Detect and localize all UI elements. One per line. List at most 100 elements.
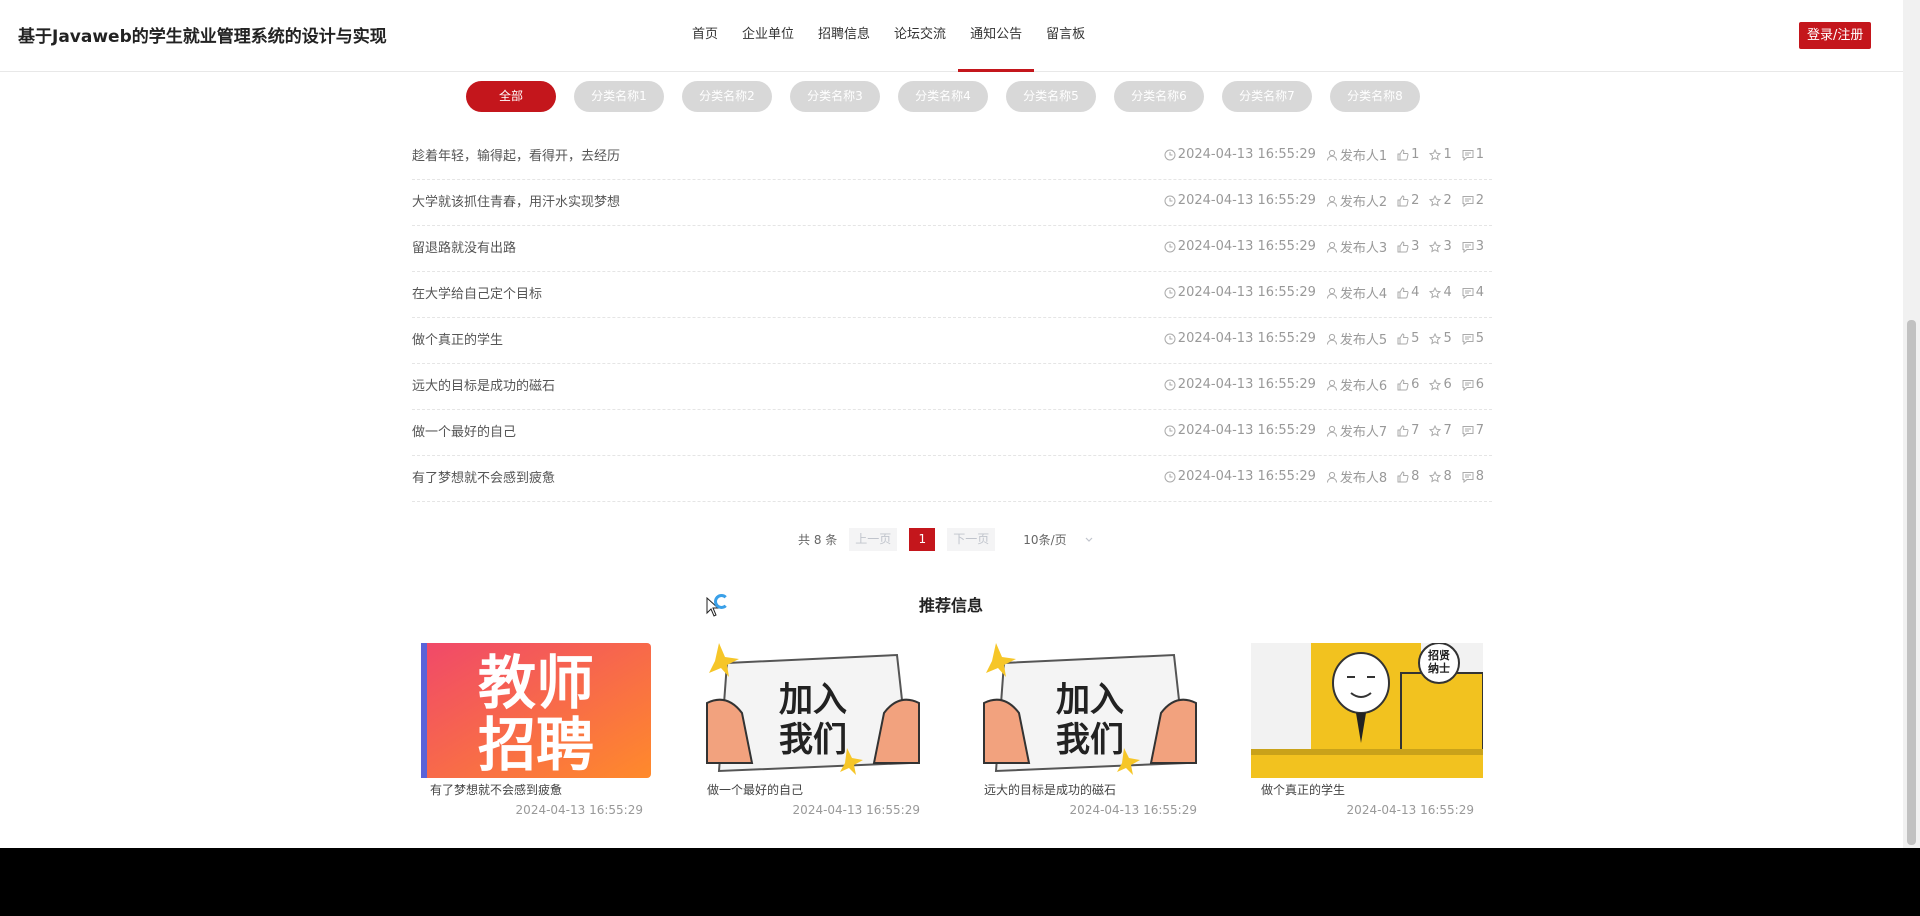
- notice-row[interactable]: 做一个最好的自己 2024-04-13 16:55:29 发布人7 7 7 7: [412, 410, 1492, 456]
- notice-row[interactable]: 留退路就没有出路 2024-04-13 16:55:29 发布人3 3 3 3: [412, 226, 1492, 272]
- notice-stars[interactable]: 7: [1429, 421, 1452, 440]
- login-register-button[interactable]: 登录/注册: [1799, 22, 1872, 49]
- page-scrollbar[interactable]: [1903, 0, 1920, 848]
- notice-comments[interactable]: 3: [1462, 237, 1484, 256]
- nav-jobs[interactable]: 招聘信息: [806, 0, 882, 72]
- user-icon: [1326, 379, 1337, 391]
- card-image-join-us: 加入我们: [974, 643, 1206, 778]
- nav-home[interactable]: 首页: [680, 0, 730, 72]
- notice-comments-count: 1: [1475, 147, 1484, 162]
- notice-likes-count: 7: [1411, 423, 1420, 438]
- category-tab-7[interactable]: 分类名称7: [1222, 81, 1312, 112]
- notice-stars-count: 4: [1443, 285, 1452, 300]
- category-tab-all[interactable]: 全部: [466, 81, 556, 112]
- main-nav: 首页 企业单位 招聘信息 论坛交流 通知公告 留言板: [680, 0, 1097, 72]
- notice-likes[interactable]: 1: [1397, 145, 1419, 164]
- notice-stars[interactable]: 3: [1429, 237, 1452, 256]
- notice-row[interactable]: 远大的目标是成功的磁石 2024-04-13 16:55:29 发布人6 6 6…: [412, 364, 1492, 410]
- notice-time: 2024-04-13 16:55:29: [1164, 283, 1316, 302]
- notice-stars[interactable]: 6: [1429, 375, 1452, 394]
- nav-forum[interactable]: 论坛交流: [882, 0, 958, 72]
- nav-messages[interactable]: 留言板: [1034, 0, 1097, 72]
- notice-stars[interactable]: 5: [1429, 329, 1452, 348]
- notice-comments-count: 7: [1475, 423, 1484, 438]
- notice-comments[interactable]: 7: [1462, 421, 1484, 440]
- scrollbar-thumb[interactable]: [1907, 320, 1916, 845]
- recommend-card-title: 做个真正的学生: [1261, 783, 1346, 797]
- notice-stars[interactable]: 8: [1429, 467, 1452, 486]
- recommend-card[interactable]: 教师招聘 有了梦想就不会感到疲惫 2024-04-13 16:55:29: [420, 643, 652, 823]
- notice-title: 做个真正的学生: [412, 333, 504, 348]
- thumbs-up-icon: [1397, 194, 1409, 206]
- notice-stars[interactable]: 4: [1429, 283, 1452, 302]
- notice-likes[interactable]: 2: [1397, 191, 1419, 210]
- notice-comments[interactable]: 4: [1462, 283, 1484, 302]
- pagination-page-1[interactable]: 1: [909, 528, 936, 551]
- category-tab-2[interactable]: 分类名称2: [682, 81, 772, 112]
- category-tab-5[interactable]: 分类名称5: [1006, 81, 1096, 112]
- notice-stars[interactable]: 2: [1429, 191, 1452, 210]
- notice-comments[interactable]: 5: [1462, 329, 1484, 348]
- recommend-card[interactable]: 招贤纳士 做个真正的学生 2024-04-13 16:55:29: [1251, 643, 1483, 823]
- notice-row[interactable]: 做个真正的学生 2024-04-13 16:55:29 发布人5 5 5 5: [412, 318, 1492, 364]
- notice-time: 2024-04-13 16:55:29: [1164, 421, 1316, 440]
- svg-text:加入我们: 加入我们: [1056, 680, 1124, 760]
- notice-comments[interactable]: 8: [1462, 467, 1484, 486]
- pagination-prev-button[interactable]: 上一页: [849, 528, 898, 551]
- star-icon: [1429, 470, 1442, 482]
- notice-meta: 2024-04-13 16:55:29 发布人6 6 6 6: [1154, 375, 1484, 394]
- pagination: 共 8 条 上一页 1 下一页 10条/页: [798, 528, 1094, 551]
- recommend-card-date: 2024-04-13 16:55:29: [515, 803, 643, 817]
- notice-row[interactable]: 大学就该抓住青春，用汗水实现梦想 2024-04-13 16:55:29 发布人…: [412, 180, 1492, 226]
- notice-row[interactable]: 在大学给自己定个目标 2024-04-13 16:55:29 发布人4 4 4 …: [412, 272, 1492, 318]
- thumbs-up-icon: [1397, 378, 1409, 390]
- notice-stars[interactable]: 1: [1429, 145, 1452, 164]
- notice-author-text: 发布人4: [1339, 287, 1388, 302]
- notice-likes[interactable]: 3: [1397, 237, 1419, 256]
- category-tab-8[interactable]: 分类名称8: [1330, 81, 1420, 112]
- recommend-card[interactable]: 加入我们 远大的目标是成功的磁石 2024-04-13 16:55:29: [974, 643, 1206, 823]
- nav-notices[interactable]: 通知公告: [958, 0, 1035, 72]
- category-tab-4[interactable]: 分类名称4: [898, 81, 988, 112]
- category-tab-1[interactable]: 分类名称1: [574, 81, 664, 112]
- category-tabs: 全部 分类名称1 分类名称2 分类名称3 分类名称4 分类名称5 分类名称6 分…: [466, 81, 1438, 112]
- notice-title: 做一个最好的自己: [412, 425, 517, 440]
- comment-icon: [1462, 195, 1474, 207]
- notice-meta: 2024-04-13 16:55:29 发布人8 8 8 8: [1154, 467, 1484, 486]
- notice-author-text: 发布人1: [1339, 149, 1388, 164]
- recommend-card-date: 2024-04-13 16:55:29: [1069, 803, 1197, 817]
- page-size-select[interactable]: 10条/页: [1023, 531, 1094, 548]
- notice-list: 趁着年轻，输得起，看得开，去经历 2024-04-13 16:55:29 发布人…: [412, 134, 1492, 502]
- notice-author-text: 发布人2: [1339, 195, 1388, 210]
- notice-author: 发布人5: [1326, 329, 1387, 348]
- notice-likes[interactable]: 5: [1397, 329, 1419, 348]
- notice-title: 有了梦想就不会感到疲惫: [412, 471, 556, 486]
- notice-author-text: 发布人3: [1339, 241, 1388, 256]
- comment-icon: [1462, 379, 1474, 391]
- notice-likes[interactable]: 7: [1397, 421, 1419, 440]
- svg-text:招贤纳士: 招贤纳士: [1428, 648, 1450, 675]
- notice-author: 发布人4: [1326, 283, 1387, 302]
- category-tab-6[interactable]: 分类名称6: [1114, 81, 1204, 112]
- notice-time: 2024-04-13 16:55:29: [1164, 467, 1316, 486]
- notice-likes[interactable]: 6: [1397, 375, 1419, 394]
- clock-icon: [1164, 379, 1176, 390]
- site-title: 基于Javaweb的学生就业管理系统的设计与实现: [18, 27, 387, 47]
- notice-comments[interactable]: 6: [1462, 375, 1484, 394]
- notice-author-text: 发布人6: [1339, 379, 1388, 394]
- user-icon: [1326, 149, 1337, 161]
- notice-comments[interactable]: 2: [1462, 191, 1484, 210]
- notice-author: 发布人7: [1326, 421, 1387, 440]
- notice-comments-count: 3: [1475, 239, 1484, 254]
- notice-row[interactable]: 有了梦想就不会感到疲惫 2024-04-13 16:55:29 发布人8 8 8…: [412, 456, 1492, 502]
- nav-companies[interactable]: 企业单位: [730, 0, 806, 72]
- notice-comments-count: 4: [1475, 285, 1484, 300]
- notice-likes[interactable]: 8: [1397, 467, 1419, 486]
- notice-likes[interactable]: 4: [1397, 283, 1419, 302]
- pagination-next-button[interactable]: 下一页: [947, 528, 996, 551]
- category-tab-3[interactable]: 分类名称3: [790, 81, 880, 112]
- notice-meta: 2024-04-13 16:55:29 发布人4 4 4 4: [1154, 283, 1484, 302]
- recommend-card[interactable]: 加入我们 做一个最好的自己 2024-04-13 16:55:29: [697, 643, 929, 823]
- notice-comments[interactable]: 1: [1462, 145, 1484, 164]
- notice-row[interactable]: 趁着年轻，输得起，看得开，去经历 2024-04-13 16:55:29 发布人…: [412, 134, 1492, 180]
